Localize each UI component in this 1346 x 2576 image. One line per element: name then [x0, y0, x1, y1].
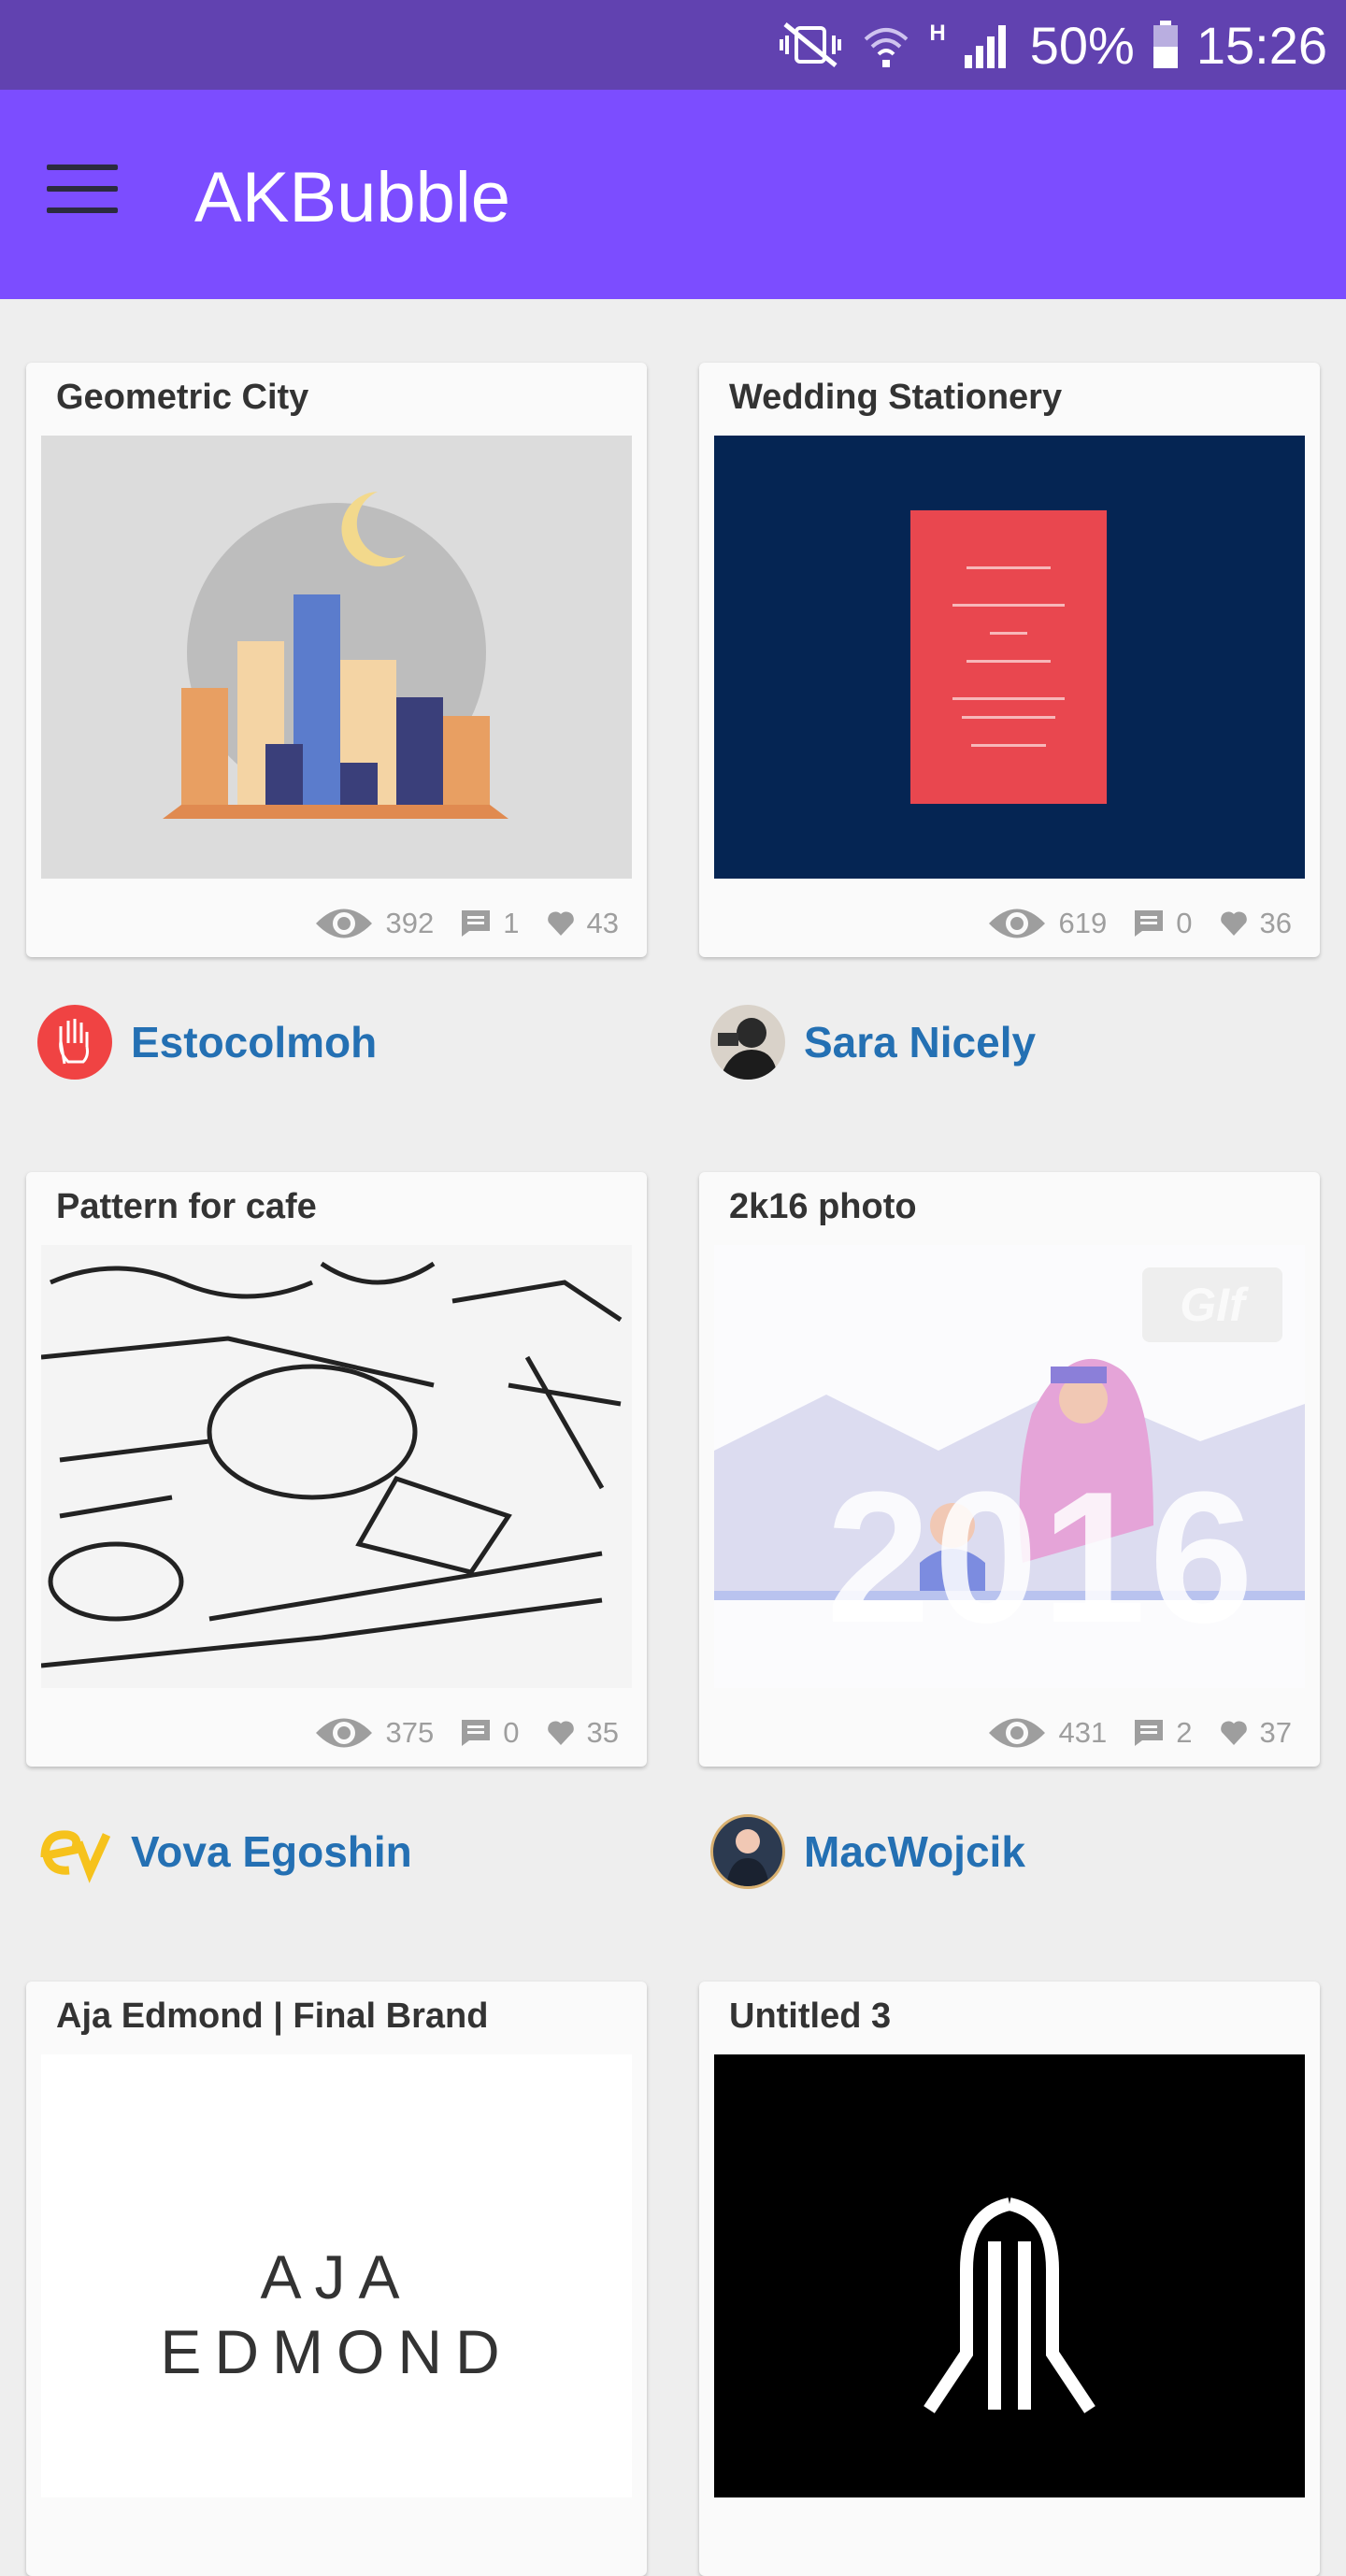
hand-icon	[59, 1019, 89, 1065]
shot-title: Aja Edmond | Final Brand	[56, 1996, 489, 2036]
shot-image[interactable]	[714, 2054, 1305, 2497]
menu-icon[interactable]	[47, 165, 131, 224]
shot-stats: 619 0 36	[973, 897, 1292, 950]
shot-image[interactable]	[714, 436, 1305, 879]
shot-image[interactable]: GIf 2016	[714, 1245, 1305, 1688]
avatar	[710, 1814, 785, 1889]
eye-icon	[988, 909, 1045, 938]
eye-icon	[315, 1718, 372, 1748]
comment-icon	[462, 910, 491, 937]
shot-title: Geometric City	[56, 378, 309, 417]
views-count: 392	[385, 907, 435, 939]
author-name: Estocolmoh	[131, 1018, 378, 1066]
eye-icon	[315, 909, 372, 938]
heart-icon	[547, 911, 574, 936]
art-text: 2016	[826, 1453, 1257, 1662]
likes-count: 37	[1259, 1716, 1292, 1749]
app-title: AKBubble	[194, 158, 511, 237]
art-text: EDMOND	[160, 2317, 513, 2386]
comments-count: 1	[503, 907, 520, 939]
likes-count: 36	[1259, 907, 1292, 939]
shot-card[interactable]: 2k16 photo GIf 2016 431 2 37	[699, 1172, 1320, 1767]
likes-count: 35	[586, 1716, 619, 1749]
author-link[interactable]: Vova Egoshin	[37, 1810, 412, 1894]
status-bar: H 50% 15:26	[0, 0, 1346, 90]
shot-title: 2k16 photo	[729, 1187, 917, 1226]
heart-icon	[1220, 911, 1247, 936]
mute-vibrate-icon	[780, 22, 842, 67]
comments-count: 0	[1176, 907, 1193, 939]
shot-title: Wedding Stationery	[729, 378, 1063, 417]
comments-count: 2	[1176, 1716, 1193, 1749]
shot-card[interactable]: Untitled 3	[699, 1982, 1320, 2576]
avatar	[37, 1814, 112, 1889]
author-name: MacWojcik	[804, 1827, 1025, 1876]
eye-icon	[988, 1718, 1045, 1748]
comments-count: 0	[503, 1716, 520, 1749]
views-count: 375	[385, 1716, 435, 1749]
shot-card[interactable]: Aja Edmond | Final Brand AJA EDMOND	[26, 1982, 647, 2576]
clock: 15:26	[1196, 15, 1327, 75]
shot-stats: 431 2 37	[973, 1707, 1292, 1759]
views-count: 619	[1058, 907, 1108, 939]
views-count: 431	[1058, 1716, 1108, 1749]
signal-icon	[964, 25, 1006, 68]
shot-image[interactable]	[41, 1245, 632, 1688]
author-link[interactable]: Sara Nicely	[710, 1000, 1036, 1084]
wifi-icon	[865, 28, 909, 67]
heart-icon	[1220, 1721, 1247, 1745]
heart-icon	[547, 1721, 574, 1745]
shot-title: Pattern for cafe	[56, 1187, 317, 1226]
author-name: Vova Egoshin	[131, 1827, 412, 1876]
shot-card[interactable]: Pattern for cafe 375 0 35	[26, 1172, 647, 1767]
author-link[interactable]: MacWojcik	[710, 1810, 1025, 1894]
avatar	[710, 1005, 785, 1080]
shot-title: Untitled 3	[729, 1996, 892, 2036]
likes-count: 43	[586, 907, 619, 939]
shot-image[interactable]	[41, 436, 632, 879]
shot-card[interactable]: Geometric City 392 1 43	[26, 363, 647, 957]
shot-image[interactable]: AJA EDMOND	[41, 2054, 632, 2497]
network-type: H	[929, 21, 946, 46]
comment-icon	[1135, 910, 1164, 937]
ev-logo-icon	[40, 1830, 111, 1883]
art-text: AJA	[260, 2242, 413, 2311]
battery-icon	[1153, 21, 1178, 68]
comment-icon	[462, 1720, 491, 1746]
shot-stats: 392 1 43	[300, 897, 619, 950]
shot-stats: 375 0 35	[300, 1707, 619, 1759]
comment-icon	[1135, 1720, 1164, 1746]
gif-badge: GIf	[1142, 1267, 1282, 1342]
author-name: Sara Nicely	[804, 1018, 1037, 1066]
author-link[interactable]: Estocolmoh	[37, 1000, 377, 1084]
app-bar: AKBubble	[0, 90, 1346, 299]
shot-card[interactable]: Wedding Stationery 619 0 36	[699, 363, 1320, 957]
avatar	[37, 1005, 112, 1080]
battery-percent: 50%	[1029, 15, 1135, 75]
